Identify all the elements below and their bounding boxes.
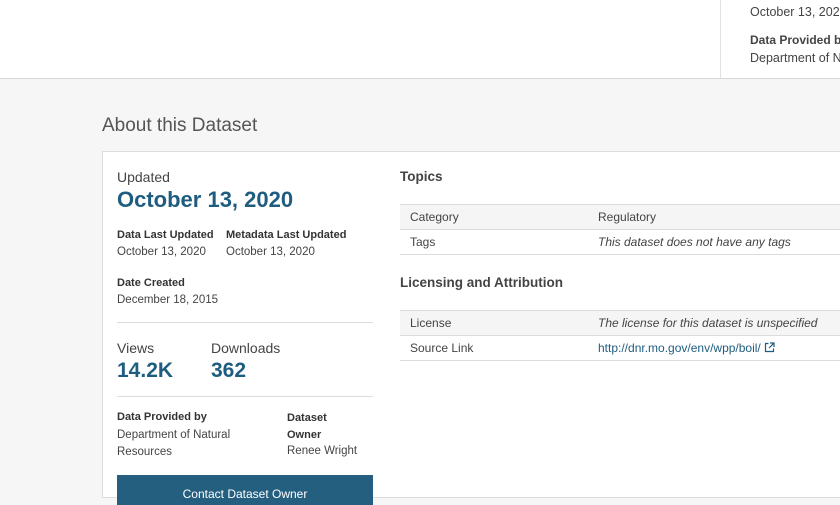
about-section-title: About this Dataset	[102, 115, 258, 136]
header-meta: October 13, 2020 Data Provided by Depart…	[750, 0, 840, 78]
views-value: 14.2K	[117, 359, 174, 382]
topics-heading: Topics	[400, 169, 443, 184]
table-row: License The license for this dataset is …	[400, 310, 840, 336]
data-last-updated-label: Data Last Updated	[117, 229, 214, 241]
source-link[interactable]: http://dnr.mo.gov/env/wpp/boil/	[598, 341, 761, 355]
category-value: Regulatory	[598, 210, 657, 224]
data-provided-by-label: Data Provided by	[117, 411, 207, 423]
contact-dataset-owner-button[interactable]: Contact Dataset Owner	[117, 475, 373, 505]
date-created-label: Date Created	[117, 277, 185, 289]
metadata-last-updated-label: Metadata Last Updated	[226, 229, 347, 241]
date-created-value: December 18, 2015	[117, 294, 219, 306]
views-label: Views	[117, 340, 155, 356]
updated-date: October 13, 2020	[117, 187, 294, 212]
category-key: Category	[410, 210, 459, 224]
downloads-label: Downloads	[211, 340, 281, 356]
license-key: License	[410, 316, 452, 330]
about-dataset-card: Updated October 13, 2020 Data Last Updat…	[102, 151, 840, 505]
divider	[117, 396, 373, 397]
header-updated-value: October 13, 2020	[750, 5, 840, 19]
data-last-updated-value: October 13, 2020	[117, 246, 206, 258]
header-divider	[720, 0, 721, 78]
tags-key: Tags	[410, 235, 436, 249]
metadata-last-updated-value: October 13, 2020	[226, 246, 315, 258]
license-value: The license for this dataset is unspecif…	[598, 316, 818, 330]
header-provided-value: Department of Natural Resources	[750, 51, 840, 65]
external-link-icon[interactable]	[764, 342, 775, 356]
table-row: Tags This dataset does not have any tags	[400, 229, 840, 255]
tags-value: This dataset does not have any tags	[598, 235, 791, 249]
source-link-cell: http://dnr.mo.gov/env/wpp/boil/	[598, 341, 775, 356]
table-bottom-border	[400, 254, 840, 255]
updated-label: Updated	[117, 169, 170, 185]
header-band: October 13, 2020 Data Provided by Depart…	[0, 0, 840, 79]
dataset-owner-value: Renee Wright	[287, 445, 358, 457]
header-provided-label: Data Provided by	[750, 33, 840, 47]
divider	[117, 322, 373, 323]
downloads-value: 362	[211, 359, 247, 382]
table-bottom-border	[400, 360, 840, 361]
source-link-key: Source Link	[410, 341, 474, 355]
table-row: Source Link http://dnr.mo.gov/env/wpp/bo…	[400, 335, 840, 361]
licensing-heading: Licensing and Attribution	[400, 275, 563, 290]
dataset-owner-label: Dataset Owner	[287, 412, 327, 441]
table-row: Category Regulatory	[400, 204, 840, 230]
data-provided-by-value: Department of Natural Resources	[117, 429, 231, 458]
